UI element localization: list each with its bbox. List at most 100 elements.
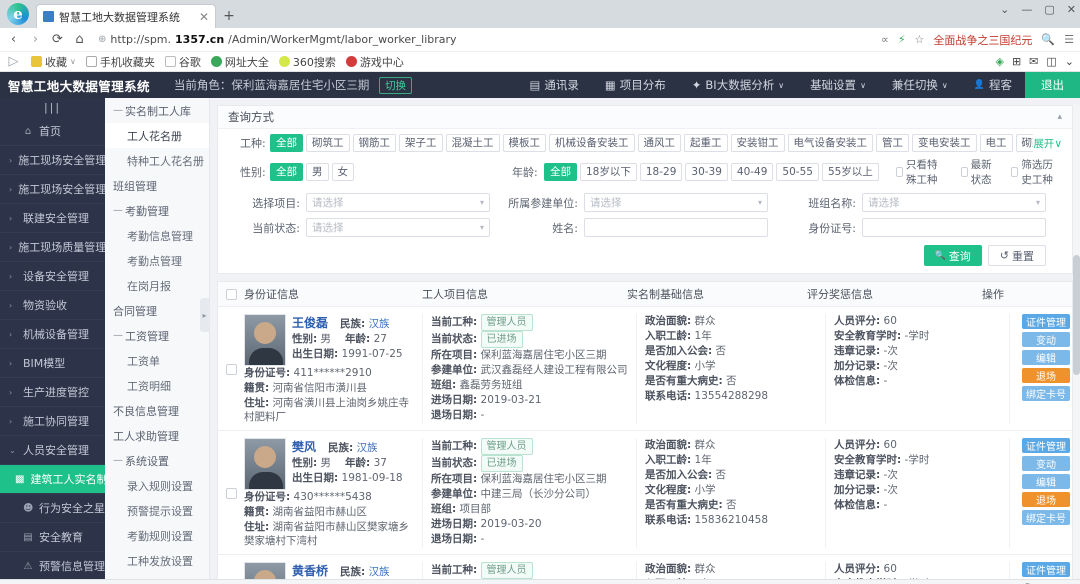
chevron-up-icon[interactable]: ▴ (1057, 112, 1062, 122)
submenu-item-8[interactable]: 合同管理 (105, 298, 209, 323)
window-close-icon[interactable]: ✕ (1067, 3, 1076, 16)
nav-item-role-switch[interactable]: 兼任切换 ∨ (879, 72, 961, 98)
sidebar-item-13[interactable]: ☻ 行为安全之星 (0, 494, 105, 523)
submenu-item-1[interactable]: 工人花名册 (105, 123, 209, 148)
bookmark-star-icon[interactable]: ☆ (915, 33, 925, 46)
action-button-0[interactable]: 证件管理 (1022, 562, 1070, 577)
age-chip-4[interactable]: 40-49 (730, 163, 774, 181)
search-icon[interactable]: 🔍 (1041, 33, 1055, 46)
window-icon[interactable]: ◫ (1046, 55, 1056, 68)
unit-select[interactable]: 请选择 ▾ (584, 193, 768, 212)
forward-icon[interactable]: › (28, 32, 43, 47)
submenu-item-14[interactable]: — 系统设置 (105, 448, 209, 473)
action-button-4[interactable]: 绑定卡号 (1022, 386, 1070, 401)
new-tab-button[interactable]: + (216, 4, 242, 28)
search-button[interactable]: 🔍 查询 (923, 245, 982, 266)
bookmark-item-2[interactable]: 谷歌 (164, 54, 201, 70)
row-checkbox[interactable] (218, 314, 244, 424)
promo-text[interactable]: 全面战争之三国纪元 (933, 32, 1032, 48)
nav-item-bi-analytics[interactable]: ✦ BI大数据分析 ∨ (679, 72, 797, 98)
worktype-chip-5[interactable]: 模板工 (502, 134, 546, 152)
select-all-checkbox[interactable] (218, 288, 244, 300)
action-button-3[interactable]: 退场 (1022, 368, 1070, 383)
submenu-item-7[interactable]: 在岗月报 (105, 273, 209, 298)
gender-chip-0[interactable]: 全部 (270, 163, 303, 181)
filter-checkbox-2[interactable]: 筛选历史工种 (1011, 157, 1062, 187)
submenu-item-4[interactable]: — 考勤管理 (105, 198, 209, 223)
sidebar-item-2[interactable]: › 施工现场安全管理(新建) (0, 175, 105, 204)
sidebar-item-1[interactable]: › 施工现场安全管理 (0, 146, 105, 175)
worktype-chip-0[interactable]: 全部 (270, 134, 303, 152)
submenu-item-2[interactable]: 特种工人花名册 (105, 148, 209, 173)
worker-name[interactable]: 黄香桥 (292, 562, 328, 579)
chevron-down-icon[interactable]: ⌄ (1065, 55, 1074, 68)
team-select[interactable]: 请选择 ▾ (862, 193, 1046, 212)
bookmark-more-icon[interactable]: ▷ (6, 54, 21, 69)
age-chip-3[interactable]: 30-39 (685, 163, 728, 181)
worktype-chip-14[interactable]: 砌菜工 (1015, 134, 1034, 152)
gender-chip-2[interactable]: 女 (331, 163, 354, 181)
lightning-icon[interactable]: ⚡ (898, 33, 906, 46)
back-icon[interactable]: ‹ (6, 32, 21, 47)
sidebar-item-4[interactable]: › 施工现场质量管理 (0, 233, 105, 262)
sidebar-item-10[interactable]: › 施工协同管理 (0, 407, 105, 436)
home-icon[interactable]: ⌂ (72, 32, 87, 47)
action-button-2[interactable]: 编辑 (1022, 474, 1070, 489)
action-button-1[interactable]: 变动 (1022, 332, 1070, 347)
action-button-2[interactable]: 编辑 (1022, 350, 1070, 365)
sidebar-item-14[interactable]: ▤ 安全教育 (0, 523, 105, 552)
worktype-chip-7[interactable]: 通风工 (637, 134, 681, 152)
age-chip-5[interactable]: 50-55 (776, 163, 819, 181)
chevron-down-icon[interactable]: ∨ (70, 57, 76, 66)
submenu-item-9[interactable]: — 工资管理 (105, 323, 209, 348)
idno-input[interactable] (862, 218, 1046, 237)
content-scrollbar[interactable] (1073, 105, 1080, 579)
action-button-3[interactable]: 退场 (1022, 492, 1070, 507)
age-chip-0[interactable]: 全部 (544, 163, 577, 181)
sidebar-toggle-icon[interactable]: ||| (0, 98, 105, 117)
menu-icon[interactable]: ☰ (1064, 33, 1074, 46)
worktype-chip-10[interactable]: 电气设备安装工 (787, 134, 873, 152)
sidebar-item-5[interactable]: › 设备安全管理 (0, 262, 105, 291)
expand-worktypes-link[interactable]: 展开∨ (1033, 136, 1062, 151)
submenu-item-13[interactable]: 工人求助管理 (105, 423, 209, 448)
address-bar[interactable]: ⊕ http://spm. 1357.cn/Admin/WorkerMgmt/la… (94, 33, 874, 46)
bookmark-item-4[interactable]: 360搜索 (278, 54, 336, 70)
submenu-item-16[interactable]: 预警提示设置 (105, 498, 209, 523)
submenu-item-15[interactable]: 录入规则设置 (105, 473, 209, 498)
worker-name[interactable]: 樊风 (292, 438, 316, 455)
scrollbar-thumb[interactable] (1073, 255, 1080, 375)
reset-button[interactable]: ↺ 重置 (987, 245, 1046, 266)
bookmark-item-5[interactable]: 游戏中心 (345, 54, 404, 70)
mail-icon[interactable]: ✉ (1029, 55, 1038, 68)
nav-item-basic-settings[interactable]: 基础设置 ∨ (797, 72, 879, 98)
action-button-0[interactable]: 证件管理 (1022, 438, 1070, 453)
sidebar-collapse-handle[interactable]: ▸ (200, 298, 209, 332)
action-button-1[interactable]: 变动 (1022, 456, 1070, 471)
sidebar-item-6[interactable]: › 物资验收 (0, 291, 105, 320)
sidebar-item-9[interactable]: › 生产进度管控 (0, 378, 105, 407)
logout-button[interactable]: 退出 (1025, 72, 1080, 98)
worker-name[interactable]: 王俊磊 (292, 314, 328, 331)
sidebar-item-0[interactable]: ⌂ 首页 (0, 117, 105, 146)
submenu-item-10[interactable]: 工资单 (105, 348, 209, 373)
nav-item-contacts[interactable]: ▤ 通讯录 (517, 72, 592, 98)
filter-checkbox-1[interactable]: 最新状态 (960, 157, 998, 187)
project-select[interactable]: 请选择 ▾ (306, 193, 490, 212)
more-icon[interactable]: ⌄ (1000, 3, 1009, 16)
worktype-chip-8[interactable]: 起重工 (684, 134, 728, 152)
submenu-item-18[interactable]: 工种发放设置 (105, 548, 209, 573)
grid-icon[interactable]: ⊞ (1012, 55, 1021, 68)
status-select[interactable]: 请选择 ▾ (306, 218, 490, 237)
submenu-item-12[interactable]: 不良信息管理 (105, 398, 209, 423)
row-checkbox[interactable] (218, 562, 244, 579)
submenu-item-19[interactable]: 工资单审批流程设置 (105, 573, 209, 579)
submenu-item-5[interactable]: 考勤信息管理 (105, 223, 209, 248)
action-button-4[interactable]: 绑定卡号 (1022, 510, 1070, 525)
worktype-chip-6[interactable]: 机械设备安装工 (549, 134, 635, 152)
sidebar-item-15[interactable]: ⚠ 预警信息管理 (0, 552, 105, 579)
worktype-chip-3[interactable]: 架子工 (399, 134, 443, 152)
worktype-chip-13[interactable]: 电工 (979, 134, 1013, 152)
worktype-chip-1[interactable]: 砌筑工 (306, 134, 350, 152)
sidebar-item-11[interactable]: ⌄ 人员安全管理 (0, 436, 105, 465)
